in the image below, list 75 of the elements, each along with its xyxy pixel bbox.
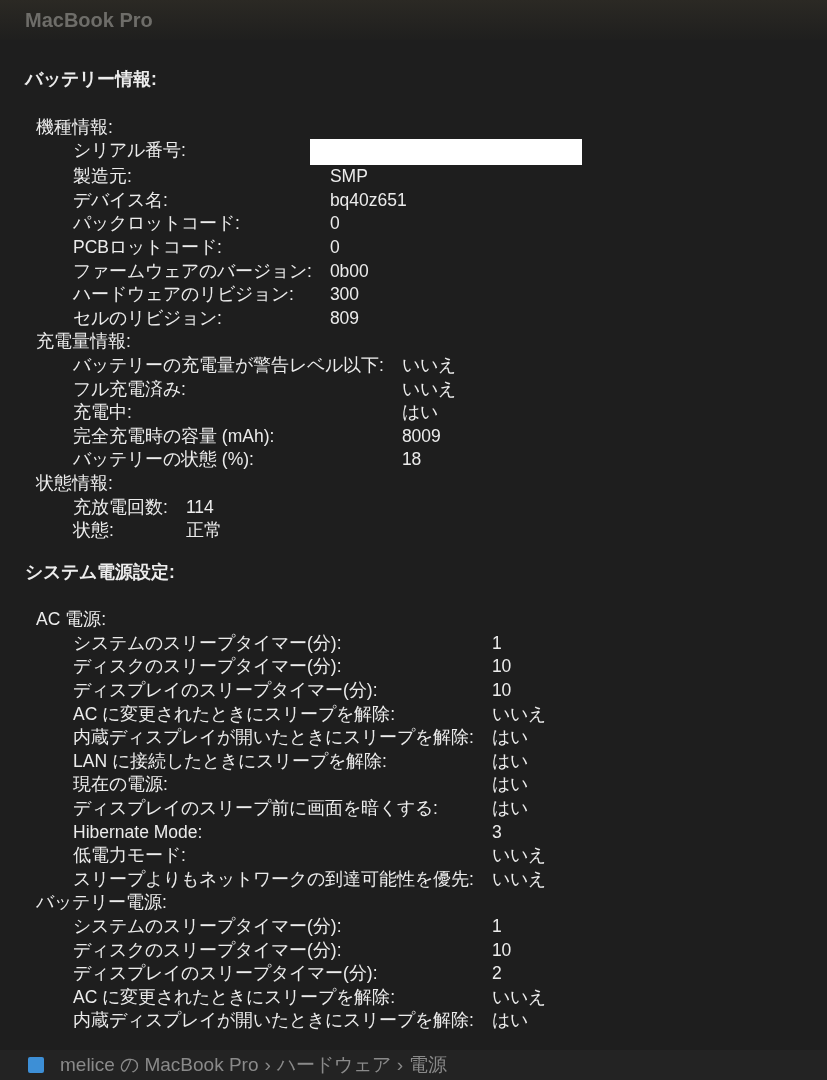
- property-value: はい: [491, 726, 529, 750]
- property-label: ディスクのスリープタイマー(分):: [73, 655, 343, 679]
- property-label: ハードウェアのリビジョン:: [73, 283, 295, 307]
- group-label: バッテリー電源:: [35, 891, 168, 915]
- group-label: 機種情報:: [35, 115, 114, 139]
- path-separator: ›: [396, 1054, 404, 1076]
- property-label: 充電中:: [73, 401, 133, 425]
- property-label: AC に変更されたときにスリープを解除:: [73, 702, 397, 726]
- property-label: システムのスリープタイマー(分):: [73, 631, 343, 655]
- property-value: いいえ: [491, 702, 546, 726]
- property-label: Hibernate Mode:: [73, 820, 204, 844]
- property-label: 製造元:: [73, 165, 133, 189]
- property-value: 18: [401, 448, 423, 472]
- property-value: いいえ: [401, 353, 456, 377]
- property-value: 300: [329, 283, 361, 307]
- property-label: フル充電済み:: [73, 377, 187, 401]
- property-value: 10: [491, 938, 513, 962]
- section-heading: システム電源設定:: [25, 560, 176, 584]
- property-label: パックロットコード:: [73, 212, 241, 236]
- property-label: 現在の電源:: [73, 773, 169, 797]
- property-label: バッテリーの充電量が警告レベル以下:: [73, 353, 384, 377]
- property-label: バッテリーの状態 (%):: [73, 448, 255, 472]
- property-value: 0: [329, 212, 341, 236]
- property-label: セルのリビジョン:: [73, 306, 223, 330]
- property-value: いいえ: [491, 844, 546, 868]
- group-label: AC 電源:: [35, 608, 108, 632]
- property-label: システムのスリープタイマー(分):: [73, 915, 343, 938]
- drive-icon: [28, 1057, 44, 1073]
- property-value: SMP: [329, 165, 369, 189]
- property-value: bq40z651: [329, 188, 408, 212]
- group-label: 充電量情報:: [35, 330, 132, 354]
- property-label: シリアル番号:: [73, 139, 187, 163]
- property-label: ディスクのスリープタイマー(分):: [73, 938, 343, 962]
- path-item[interactable]: 電源: [409, 1052, 448, 1078]
- path-item[interactable]: melice の MacBook Pro: [60, 1052, 259, 1078]
- property-label: ディスプレイのスリープタイマー(分):: [73, 962, 379, 986]
- property-value: 1: [491, 631, 503, 655]
- window-title: MacBook Pro: [25, 8, 153, 32]
- property-label: 低電力モード:: [73, 844, 187, 868]
- property-label: PCBロットコード:: [73, 235, 223, 259]
- property-label: ファームウェアのバージョン:: [73, 259, 312, 283]
- property-value: いいえ: [401, 377, 456, 401]
- property-value: 1: [491, 915, 503, 938]
- property-label: ディスプレイのスリープタイマー(分):: [73, 679, 379, 703]
- property-value: 809: [329, 306, 361, 330]
- property-value: 10: [491, 655, 513, 679]
- property-value: 10: [491, 679, 513, 703]
- property-label: 完全充電時の容量 (mAh):: [73, 424, 276, 448]
- property-value: はい: [491, 749, 529, 773]
- property-value: 0: [329, 235, 341, 259]
- path-item[interactable]: ハードウェア: [276, 1052, 391, 1078]
- property-value: 8009: [401, 424, 442, 448]
- property-value: 114: [185, 495, 215, 519]
- property-label: AC に変更されたときにスリープを解除:: [73, 985, 397, 1009]
- property-label: 内蔵ディスプレイが開いたときにスリープを解除:: [73, 726, 474, 750]
- property-label: デバイス名:: [73, 188, 169, 212]
- property-value: 3: [491, 820, 503, 844]
- section-heading: バッテリー情報:: [25, 68, 158, 91]
- property-label: ディスプレイのスリープ前に画面を暗くする:: [73, 797, 439, 821]
- property-value: はい: [491, 1009, 529, 1033]
- group-label: 状態情報:: [35, 471, 114, 495]
- property-value: 正常: [185, 519, 222, 543]
- property-value: はい: [491, 773, 529, 797]
- property-value: いいえ: [491, 985, 546, 1009]
- property-label: LAN に接続したときにスリープを解除:: [73, 749, 388, 773]
- property-value: 2: [491, 962, 503, 986]
- property-value: はい: [491, 797, 529, 821]
- property-label: 状態:: [73, 519, 115, 543]
- property-label: スリープよりもネットワークの到達可能性を優先:: [73, 867, 474, 891]
- property-value: いいえ: [491, 867, 546, 891]
- property-value: はい: [401, 401, 439, 425]
- property-value: 0b00: [329, 259, 370, 283]
- property-label: 内蔵ディスプレイが開いたときにスリープを解除:: [73, 1009, 474, 1033]
- path-separator: ›: [264, 1054, 271, 1076]
- property-label: 充放電回数:: [73, 495, 168, 519]
